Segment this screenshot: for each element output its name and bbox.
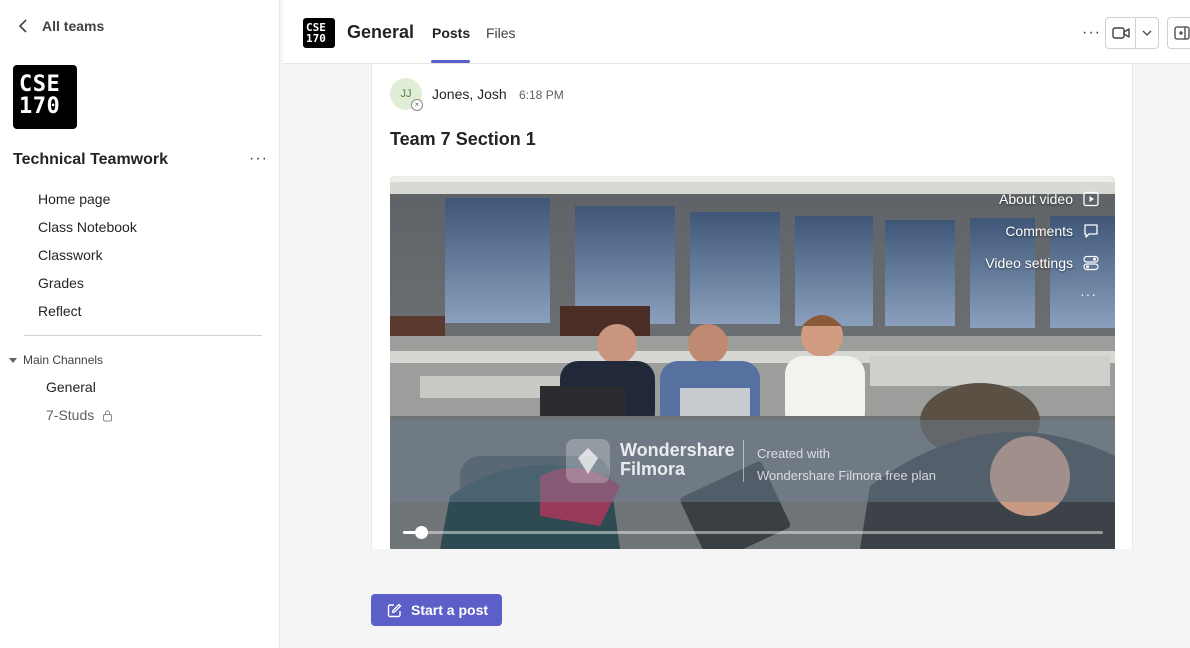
post-title: Team 7 Section 1: [390, 129, 536, 149]
about-video-label: About video: [999, 191, 1073, 207]
post-card: JJ × Jones, Josh 6:18 PM Team 7 Section …: [371, 64, 1133, 549]
video-settings-label: Video settings: [985, 255, 1073, 271]
seek-handle[interactable]: [414, 526, 428, 539]
channel-label: 7-Studs: [46, 407, 95, 423]
start-post-label: Start a post: [411, 602, 489, 618]
left-sidebar: All teams CSE 170 Technical Teamwork ···…: [0, 0, 280, 648]
active-tab-indicator: [431, 60, 470, 63]
watermark-band: [390, 420, 1115, 502]
post-author[interactable]: Jones, Josh: [432, 86, 507, 102]
meet-dropdown-button[interactable]: [1136, 18, 1158, 48]
private-channel-icon: [103, 410, 113, 422]
meet-button[interactable]: [1105, 17, 1159, 49]
comments-label: Comments: [1005, 223, 1073, 239]
add-tab-button[interactable]: [1167, 17, 1190, 49]
video-call-button[interactable]: [1106, 18, 1136, 48]
play-square-icon: [1083, 191, 1099, 207]
nav-item-home-page[interactable]: Home page: [38, 190, 137, 218]
add-tab-icon: [1174, 26, 1190, 40]
comment-icon: [1084, 224, 1098, 238]
all-teams-label: All teams: [42, 18, 105, 34]
video-seek-bar[interactable]: [403, 526, 1103, 539]
compose-icon: [387, 603, 402, 617]
team-logo-line: 170: [19, 94, 61, 119]
video-camera-icon: [1111, 27, 1130, 39]
section-title: Main Channels: [23, 353, 104, 367]
video-settings-button[interactable]: Video settings: [985, 255, 1099, 271]
start-post-button[interactable]: Start a post: [371, 594, 502, 626]
video-more-options-icon[interactable]: ···: [1080, 286, 1097, 302]
channel-label: General: [46, 379, 96, 395]
channel-item-7-studs[interactable]: 7-Studs: [46, 407, 113, 435]
caret-down-icon: [9, 357, 17, 363]
channel-header: CSE 170 General Posts Files ···: [283, 0, 1190, 64]
video-player[interactable]: About video Comments Video settings ··· …: [390, 176, 1115, 549]
nav-item-class-notebook[interactable]: Class Notebook: [38, 218, 137, 246]
watermark-brand-line: Wondershare: [620, 440, 735, 460]
team-logo-line: CSE: [19, 72, 61, 97]
channel-item-general[interactable]: General: [46, 379, 113, 407]
channel-title: General: [347, 22, 415, 42]
all-teams-link[interactable]: All teams: [18, 18, 104, 34]
nav-item-classwork[interactable]: Classwork: [38, 246, 137, 274]
nav-item-grades[interactable]: Grades: [38, 274, 137, 302]
main-channels-toggle[interactable]: Main Channels: [9, 353, 103, 367]
channel-list: General 7-Studs: [46, 379, 113, 435]
team-more-options-icon[interactable]: ···: [249, 150, 268, 168]
sidebar-divider: [24, 335, 262, 336]
post-timestamp: 6:18 PM: [519, 88, 564, 102]
watermark-separator: [743, 440, 744, 482]
watermark-note-line: Created with: [757, 446, 830, 461]
tab-posts[interactable]: Posts: [432, 25, 470, 41]
team-logo: CSE 170: [13, 65, 77, 129]
tab-files[interactable]: Files: [486, 25, 516, 41]
header-more-options-icon[interactable]: ···: [1082, 24, 1101, 42]
watermark-brand-line: Filmora: [620, 459, 686, 479]
chevron-left-icon: [18, 19, 27, 33]
presence-offline-icon: ×: [411, 99, 423, 111]
comments-button[interactable]: Comments: [1005, 223, 1099, 239]
watermark-brand: Wondershare Filmora: [620, 441, 735, 479]
watermark-note: Created with Wondershare Filmora free pl…: [757, 443, 936, 487]
team-name: Technical Teamwork: [13, 151, 169, 168]
settings-toggle-icon: [1083, 255, 1099, 271]
team-nav: Home page Class Notebook Classwork Grade…: [38, 190, 137, 330]
filmora-logo-icon: [566, 439, 610, 483]
nav-item-reflect[interactable]: Reflect: [38, 302, 137, 330]
channel-logo-line: 170: [306, 32, 326, 45]
channel-team-logo: CSE 170: [303, 18, 335, 48]
chevron-down-icon: [1142, 30, 1152, 36]
watermark-note-line: Wondershare Filmora free plan: [757, 468, 936, 483]
about-video-button[interactable]: About video: [999, 191, 1099, 207]
